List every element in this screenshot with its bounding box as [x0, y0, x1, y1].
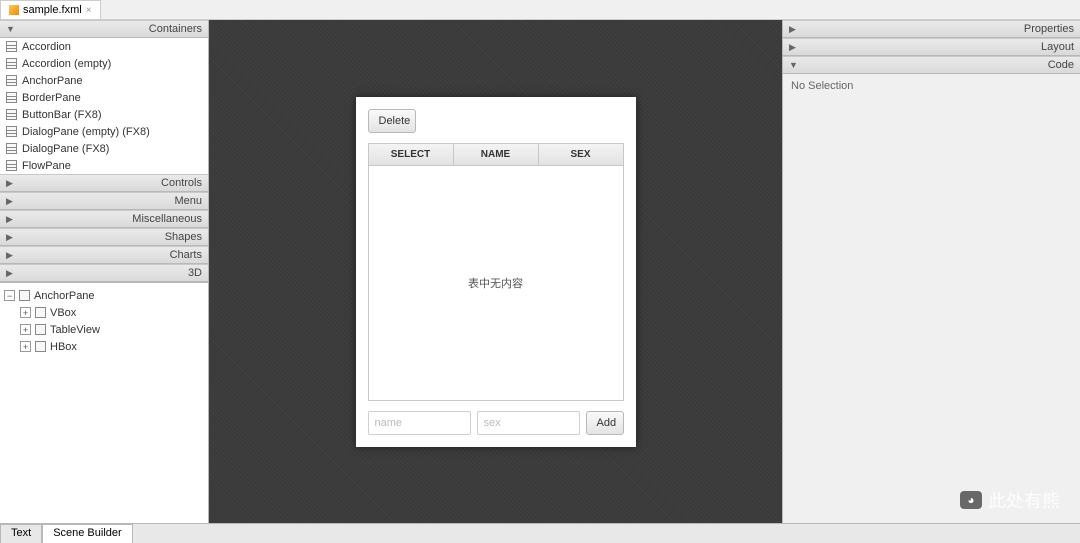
- library-item[interactable]: FlowPane: [0, 157, 208, 174]
- inspector-code[interactable]: ▼Code: [783, 56, 1080, 74]
- library-section-misc[interactable]: ▶Miscellaneous: [0, 210, 208, 228]
- library-item[interactable]: Accordion (empty): [0, 55, 208, 72]
- library-list: Accordion Accordion (empty) AnchorPane B…: [0, 38, 208, 174]
- tree-node-vbox[interactable]: + VBox: [4, 304, 204, 321]
- inspector-layout[interactable]: ▶Layout: [783, 38, 1080, 56]
- chevron-right-icon: ▶: [6, 196, 13, 207]
- container-icon: [6, 58, 17, 69]
- sex-field[interactable]: [477, 411, 580, 435]
- library-item[interactable]: AnchorPane: [0, 72, 208, 89]
- vbox-icon: [35, 307, 46, 318]
- hierarchy-panel: − AnchorPane + VBox + TableView + HBox: [0, 282, 208, 523]
- chevron-right-icon: ▶: [789, 42, 796, 53]
- library-item[interactable]: DialogPane (empty) (FX8): [0, 123, 208, 140]
- table-view[interactable]: SELECT NAME SEX 表中无内容: [368, 143, 624, 401]
- delete-button[interactable]: Delete: [368, 109, 416, 133]
- library-item[interactable]: BorderPane: [0, 89, 208, 106]
- column-sex[interactable]: SEX: [539, 144, 623, 165]
- table-empty-placeholder: 表中无内容: [369, 166, 623, 400]
- table-header: SELECT NAME SEX: [369, 144, 623, 166]
- library-section-containers[interactable]: ▼ Containers: [0, 20, 208, 38]
- inspector-properties[interactable]: ▶Properties: [783, 20, 1080, 38]
- chevron-right-icon: ▶: [6, 250, 13, 261]
- name-field[interactable]: [368, 411, 471, 435]
- watermark: ◕ 此处有熊: [960, 487, 1060, 513]
- bottom-tab-scene-builder[interactable]: Scene Builder: [42, 524, 133, 543]
- chevron-right-icon: ▶: [6, 178, 13, 189]
- expand-icon[interactable]: +: [20, 324, 31, 335]
- design-canvas[interactable]: Delete SELECT NAME SEX 表中无内容 Add: [356, 97, 636, 447]
- expand-icon[interactable]: +: [20, 341, 31, 352]
- library-section-menu[interactable]: ▶Menu: [0, 192, 208, 210]
- tree-node-anchorpane[interactable]: − AnchorPane: [4, 287, 204, 304]
- container-icon: [6, 92, 17, 103]
- library-section-3d[interactable]: ▶3D: [0, 264, 208, 282]
- collapse-icon[interactable]: −: [4, 290, 15, 301]
- chevron-down-icon: ▼: [789, 60, 798, 70]
- inspector-panel: ▶Properties ▶Layout ▼Code No Selection: [783, 20, 1080, 523]
- container-icon: [6, 109, 17, 120]
- bottom-tab-bar: Text Scene Builder: [0, 523, 1080, 543]
- library-section-charts[interactable]: ▶Charts: [0, 246, 208, 264]
- container-icon: [6, 143, 17, 154]
- column-name[interactable]: NAME: [454, 144, 539, 165]
- library-panel: ▼ Containers Accordion Accordion (empty)…: [0, 20, 209, 523]
- input-row: Add: [368, 411, 624, 435]
- library-item[interactable]: DialogPane (FX8): [0, 140, 208, 157]
- chevron-down-icon: ▼: [6, 24, 15, 34]
- file-tab[interactable]: sample.fxml ×: [0, 0, 101, 19]
- container-icon: [6, 41, 17, 52]
- hbox-icon: [35, 341, 46, 352]
- chevron-right-icon: ▶: [6, 268, 13, 279]
- design-canvas-area[interactable]: Delete SELECT NAME SEX 表中无内容 Add: [209, 20, 783, 523]
- chevron-right-icon: ▶: [789, 24, 796, 35]
- add-button[interactable]: Add: [586, 411, 624, 435]
- file-tab-label: sample.fxml: [23, 4, 82, 16]
- tree-node-hbox[interactable]: + HBox: [4, 338, 204, 355]
- chevron-right-icon: ▶: [6, 232, 13, 243]
- library-section-shapes[interactable]: ▶Shapes: [0, 228, 208, 246]
- bottom-tab-text[interactable]: Text: [0, 524, 42, 543]
- tableview-icon: [35, 324, 46, 335]
- chevron-right-icon: ▶: [6, 214, 13, 225]
- container-icon: [6, 160, 17, 171]
- wechat-icon: ◕: [960, 491, 982, 509]
- fxml-file-icon: [9, 5, 19, 15]
- container-icon: [6, 126, 17, 137]
- container-icon: [6, 75, 17, 86]
- inspector-body: No Selection: [783, 74, 1080, 523]
- library-item[interactable]: ButtonBar (FX8): [0, 106, 208, 123]
- close-icon[interactable]: ×: [86, 5, 92, 16]
- expand-icon[interactable]: +: [20, 307, 31, 318]
- library-item[interactable]: Accordion: [0, 38, 208, 55]
- anchorpane-icon: [19, 290, 30, 301]
- column-select[interactable]: SELECT: [369, 144, 454, 165]
- library-section-controls[interactable]: ▶Controls: [0, 174, 208, 192]
- tree-node-tableview[interactable]: + TableView: [4, 321, 204, 338]
- file-tab-bar: sample.fxml ×: [0, 0, 1080, 20]
